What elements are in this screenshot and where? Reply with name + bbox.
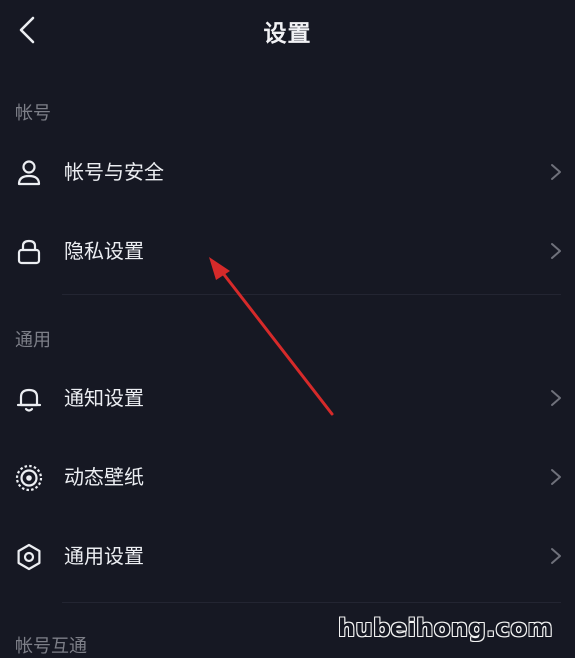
settings-item-general[interactable]: 通用设置 bbox=[0, 520, 575, 592]
live-wallpaper-icon bbox=[15, 464, 43, 492]
header-bar: 设置 bbox=[0, 0, 575, 62]
user-icon bbox=[17, 160, 41, 186]
section-title-general: 通用 bbox=[15, 330, 51, 351]
lock-icon bbox=[17, 239, 41, 265]
settings-item-label: 通知设置 bbox=[64, 386, 144, 410]
settings-item-label: 帐号与安全 bbox=[64, 160, 164, 184]
chevron-right-icon bbox=[551, 469, 561, 485]
settings-item-live-wallpaper[interactable]: 动态壁纸 bbox=[0, 441, 575, 513]
chevron-right-icon bbox=[551, 164, 561, 180]
watermark: hubeihong.com bbox=[337, 614, 553, 642]
chevron-right-icon bbox=[551, 390, 561, 406]
settings-item-account-security[interactable]: 帐号与安全 bbox=[0, 136, 575, 208]
chevron-right-icon bbox=[551, 243, 561, 259]
settings-item-privacy[interactable]: 隐私设置 bbox=[0, 215, 575, 287]
section-divider bbox=[62, 602, 561, 603]
section-title-account-linking: 帐号互通 bbox=[15, 636, 87, 657]
settings-item-notifications[interactable]: 通知设置 bbox=[0, 362, 575, 434]
settings-item-label: 动态壁纸 bbox=[64, 465, 144, 489]
section-divider bbox=[62, 294, 561, 295]
gear-icon bbox=[17, 543, 41, 571]
bell-icon bbox=[16, 388, 42, 412]
chevron-right-icon bbox=[551, 548, 561, 564]
settings-item-label: 通用设置 bbox=[64, 544, 144, 568]
settings-item-label: 隐私设置 bbox=[64, 239, 144, 263]
section-title-account: 帐号 bbox=[15, 103, 51, 124]
page-title: 设置 bbox=[263, 21, 312, 47]
